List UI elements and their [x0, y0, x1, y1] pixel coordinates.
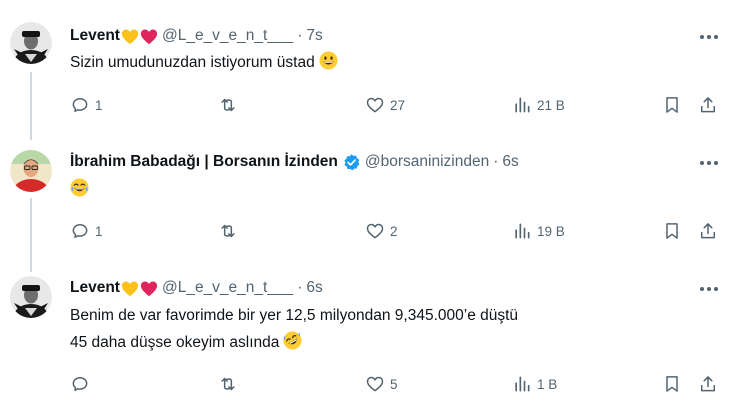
- like-count: 27: [390, 97, 406, 113]
- tweet-3[interactable]: Levent @L_e_v_e_n_t___ · 6s Benim de var…: [0, 272, 730, 420]
- handle[interactable]: @L_e_v_e_n_t___: [162, 279, 293, 297]
- timestamp[interactable]: 7s: [306, 27, 322, 45]
- tweet-text: Benim de var favorimde bir yer 12,5 mily…: [70, 302, 518, 356]
- like-button[interactable]: 2: [365, 219, 398, 243]
- bookmark-button[interactable]: [662, 93, 682, 117]
- reply-button[interactable]: [70, 372, 95, 396]
- reply-button[interactable]: 1: [70, 93, 103, 117]
- display-name[interactable]: Levent: [70, 27, 120, 45]
- bookmark-icon: [666, 97, 678, 113]
- retweet-button[interactable]: [218, 219, 243, 243]
- like-button[interactable]: 5: [365, 372, 398, 396]
- views-icon: [515, 223, 530, 239]
- tweet-header: İbrahim Babadağı | Borsanın İzinden @bor…: [70, 152, 519, 172]
- share-icon: [701, 376, 715, 392]
- views-icon: [515, 97, 530, 113]
- views-button[interactable]: 19 B: [512, 219, 565, 243]
- bookmark-button[interactable]: [662, 219, 682, 243]
- avatar[interactable]: [10, 150, 52, 192]
- heart-icon: [366, 97, 384, 113]
- verified-badge-icon: [344, 153, 360, 170]
- retweet-icon: [221, 377, 235, 391]
- retweet-button[interactable]: [218, 93, 243, 117]
- like-button[interactable]: 27: [365, 93, 405, 117]
- retweet-icon: [221, 224, 235, 238]
- reply-icon: [72, 98, 88, 112]
- separator-dot: ·: [297, 27, 303, 44]
- red-heart-icon: [140, 29, 158, 45]
- avatar-image: [10, 22, 52, 64]
- share-button[interactable]: [698, 219, 718, 243]
- tweet-text-line: 45 daha düşse okeyim aslında: [70, 334, 280, 351]
- heart-icon: [366, 376, 384, 392]
- more-options-icon[interactable]: [698, 27, 720, 47]
- views-button[interactable]: 1 B: [512, 372, 557, 396]
- heart-icon: [366, 223, 384, 239]
- tweet-text-line: Benim de var favorimde bir yer 12,5 mily…: [70, 307, 519, 324]
- yellow-heart-icon: [121, 29, 139, 45]
- views-icon: [515, 376, 530, 392]
- action-bar: 5 1 B: [0, 372, 730, 396]
- yellow-heart-icon: [121, 281, 139, 297]
- avatar-image: [10, 276, 52, 318]
- views-count: 19 B: [537, 223, 565, 239]
- reply-icon: [72, 224, 88, 238]
- bookmark-icon: [666, 223, 678, 239]
- views-count: 21 B: [537, 97, 565, 113]
- reply-count: 1: [95, 223, 103, 239]
- display-name[interactable]: İbrahim Babadağı | Borsanın İzinden: [70, 153, 338, 171]
- tweet-1[interactable]: Levent @L_e_v_e_n_t___ · 7s Sizin umudun…: [0, 0, 730, 140]
- retweet-button[interactable]: [218, 372, 243, 396]
- separator-dot: ·: [493, 153, 499, 170]
- like-count: 2: [390, 223, 398, 239]
- display-name[interactable]: Levent: [70, 279, 120, 297]
- retweet-icon: [221, 98, 235, 112]
- handle[interactable]: @L_e_v_e_n_t___: [162, 27, 293, 45]
- tweet-text: Sizin umudunuzdan istiyorum üstad: [70, 49, 338, 76]
- avatar-image: [10, 150, 52, 192]
- bookmark-icon: [666, 376, 678, 392]
- views-count: 1 B: [537, 376, 558, 392]
- tweet-text: [70, 176, 89, 203]
- bookmark-button[interactable]: [662, 372, 682, 396]
- timestamp[interactable]: 6s: [306, 279, 322, 297]
- like-count: 5: [390, 376, 398, 392]
- share-icon: [701, 223, 715, 239]
- rolling-on-floor-laughing-face-icon: [283, 331, 302, 350]
- reply-button[interactable]: 1: [70, 219, 103, 243]
- avatar[interactable]: [10, 276, 52, 318]
- share-button[interactable]: [698, 372, 718, 396]
- action-bar: 1 2 19 B: [0, 219, 730, 243]
- more-options-icon[interactable]: [698, 279, 720, 299]
- reply-icon: [72, 377, 88, 391]
- grinning-face-icon: [319, 51, 338, 70]
- tears-of-joy-face-icon: [70, 178, 89, 197]
- avatar[interactable]: [10, 22, 52, 64]
- share-button[interactable]: [698, 93, 718, 117]
- more-options-icon[interactable]: [698, 153, 720, 173]
- share-icon: [701, 97, 715, 113]
- action-bar: 1 27 21 B: [0, 93, 730, 117]
- tweet-text-line: Sizin umudunuzdan istiyorum üstad: [70, 54, 315, 71]
- tweet-2[interactable]: İbrahim Babadağı | Borsanın İzinden @bor…: [0, 140, 730, 272]
- separator-dot: ·: [297, 279, 303, 296]
- red-heart-icon: [140, 281, 158, 297]
- tweet-header: Levent @L_e_v_e_n_t___ · 7s: [70, 26, 323, 46]
- tweet-header: Levent @L_e_v_e_n_t___ · 6s: [70, 278, 323, 298]
- handle[interactable]: @borsaninizinden: [365, 153, 489, 171]
- reply-count: 1: [95, 97, 103, 113]
- views-button[interactable]: 21 B: [512, 93, 565, 117]
- timestamp[interactable]: 6s: [502, 153, 518, 171]
